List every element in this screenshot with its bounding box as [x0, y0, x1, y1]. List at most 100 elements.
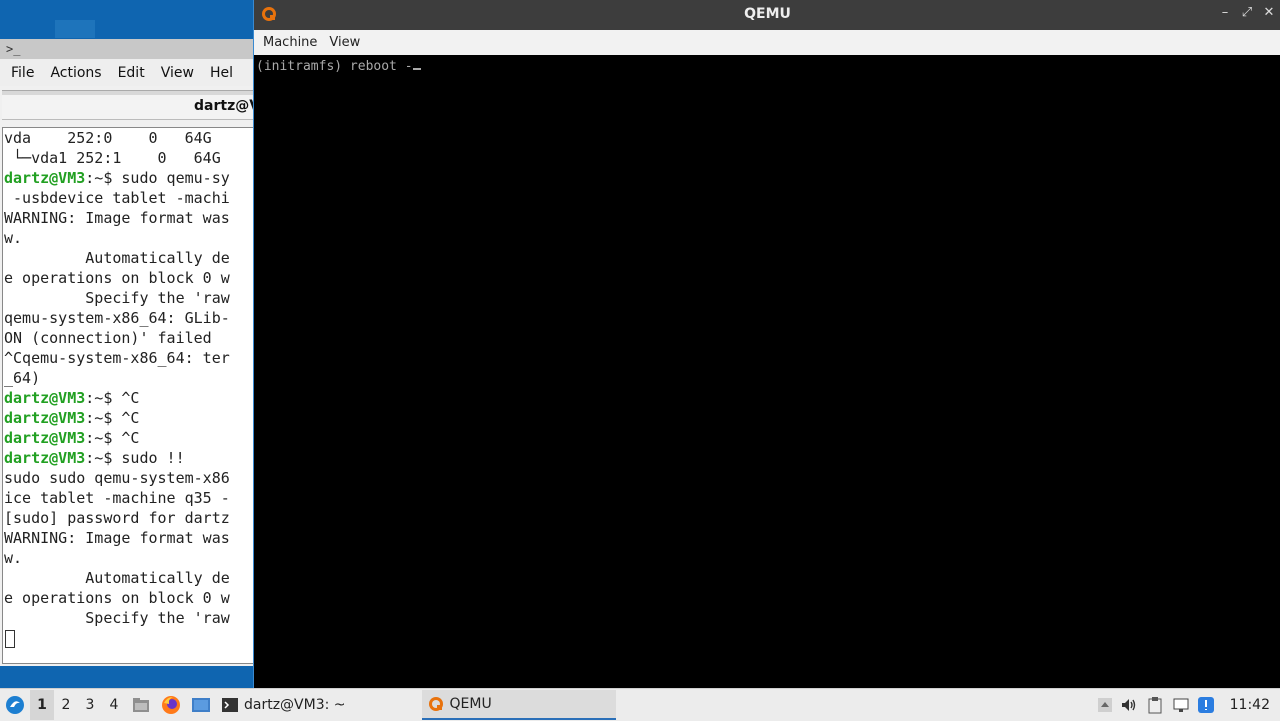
terminal-line: -usbdevice tablet -machi — [3, 188, 254, 208]
terminal-tab[interactable]: dartz@V — [2, 95, 255, 120]
terminal-line-text: sudo sudo qemu-system-x86 — [4, 469, 230, 487]
terminal-line: WARNING: Image format was — [3, 528, 254, 548]
terminal-line: Specify the 'raw — [3, 608, 254, 628]
task-terminal-label: dartz@VM3: ~ — [244, 697, 346, 713]
terminal-output[interactable]: vda 252:0 0 64G └─vda1 252:1 0 64G dartz@… — [2, 127, 255, 664]
tray-up-arrow-icon[interactable] — [1097, 698, 1112, 712]
terminal-icon — [222, 698, 238, 712]
terminal-prompt: dartz@VM3 — [4, 409, 86, 427]
terminal-line: dartz@VM3:~$ ^C — [3, 408, 254, 428]
terminal-line: w. — [3, 228, 254, 248]
menu-file[interactable]: File — [3, 65, 42, 81]
terminal-prompt: dartz@VM3 — [4, 429, 86, 447]
menu-view[interactable]: View — [323, 35, 366, 50]
terminal-line: ice tablet -machine q35 - — [3, 488, 254, 508]
terminal-line-text: Automatically de — [4, 249, 230, 267]
minimize-icon[interactable]: – — [1219, 5, 1231, 20]
terminal-line: vda 252:0 0 64G — [3, 128, 254, 148]
terminal-line-text: Specify the 'raw — [4, 609, 230, 627]
qemu-icon — [428, 697, 443, 711]
terminal-line: dartz@VM3:~$ ^C — [3, 428, 254, 448]
terminal-prompt: dartz@VM3 — [4, 169, 86, 187]
terminal-line: dartz@VM3:~$ sudo qemu-sy — [3, 168, 254, 188]
console-line: (initramfs) reboot - — [256, 59, 413, 74]
close-icon[interactable]: ✕ — [1263, 5, 1275, 20]
maximize-icon[interactable]: ⤢ — [1241, 5, 1253, 20]
terminal-line-text: ice tablet -machine q35 - — [4, 489, 230, 507]
terminal-tab-title: dartz@V — [194, 98, 255, 114]
terminal-line-text: w. — [4, 549, 23, 567]
terminal-line-text: Specify the 'raw — [4, 289, 230, 307]
terminal-line-text: └─vda1 252:1 0 64G — [4, 149, 221, 167]
terminal-line-text: Automatically de — [4, 569, 230, 587]
desktop-widget — [55, 20, 95, 38]
terminal-line: Automatically de — [3, 568, 254, 588]
terminal-line: _64) — [3, 368, 254, 388]
qemu-menubar: Machine View — [254, 30, 1280, 55]
terminal-input-line[interactable] — [3, 628, 254, 648]
menu-machine[interactable]: Machine — [257, 35, 323, 50]
terminal-line: Automatically de — [3, 248, 254, 268]
terminal-line: qemu-system-x86_64: GLib- — [3, 308, 254, 328]
update-notifier-icon[interactable] — [1197, 697, 1214, 713]
workspace-4[interactable]: 4 — [102, 690, 126, 720]
terminal-line-text: [sudo] password for dartz — [4, 509, 230, 527]
workspace-1[interactable]: 1 — [30, 690, 54, 720]
terminal-line: └─vda1 252:1 0 64G — [3, 148, 254, 168]
workspace-3[interactable]: 3 — [78, 690, 102, 720]
clipboard-icon[interactable] — [1146, 696, 1164, 714]
terminal-line-text: w. — [4, 229, 23, 247]
qemu-titlebar[interactable]: QEMU – ⤢ ✕ — [254, 0, 1280, 30]
terminal-line: Specify the 'raw — [3, 288, 254, 308]
show-desktop-icon — [192, 698, 210, 712]
terminal-line: dartz@VM3:~$ sudo !! — [3, 448, 254, 468]
task-terminal[interactable]: dartz@VM3: ~ — [216, 690, 352, 720]
terminal-line-text: :~$ ^C — [85, 409, 140, 427]
terminal-line-text: ON (connection)' failed — [4, 329, 212, 347]
taskbar: 1 2 3 4 dartz@VM3: ~ QEMU 11:42 — [0, 688, 1280, 721]
network-icon[interactable] — [1172, 697, 1190, 713]
folder-icon — [133, 698, 149, 712]
desktop-launcher[interactable] — [186, 690, 216, 720]
terminal-line-text: ^Cqemu-system-x86_64: ter — [4, 349, 230, 367]
terminal-line-text: -usbdevice tablet -machi — [4, 189, 230, 207]
menu-edit[interactable]: Edit — [110, 65, 153, 81]
clock: 11:42 — [1229, 697, 1270, 713]
lubuntu-logo-icon — [6, 696, 24, 714]
start-menu-button[interactable] — [0, 690, 30, 720]
qemu-window[interactable]: QEMU – ⤢ ✕ Machine View (initramfs) rebo… — [253, 0, 1280, 688]
terminal-window[interactable]: >_ File Actions Edit View Hel dartz@V vd… — [0, 39, 255, 666]
terminal-line: e operations on block 0 w — [3, 588, 254, 608]
menu-actions[interactable]: Actions — [42, 65, 109, 81]
terminal-line: ON (connection)' failed — [3, 328, 254, 348]
firefox-launcher[interactable] — [156, 690, 186, 720]
terminal-cursor — [5, 629, 15, 648]
terminal-line-text: :~$ ^C — [85, 389, 140, 407]
terminal-line: w. — [3, 548, 254, 568]
terminal-titlebar[interactable]: >_ — [0, 39, 255, 59]
terminal-line: ^Cqemu-system-x86_64: ter — [3, 348, 254, 368]
terminal-prompt: dartz@VM3 — [4, 389, 86, 407]
terminal-line-text: WARNING: Image format was — [4, 529, 230, 547]
terminal-line-text: qemu-system-x86_64: GLib- — [4, 309, 230, 327]
terminal-line-text: e operations on block 0 w — [4, 589, 230, 607]
terminal-icon: >_ — [6, 42, 21, 56]
menu-view[interactable]: View — [153, 65, 202, 81]
task-qemu[interactable]: QEMU — [421, 690, 616, 720]
workspace-2[interactable]: 2 — [54, 690, 78, 720]
terminal-line-text: e operations on block 0 w — [4, 269, 230, 287]
terminal-line-text: _64) — [4, 369, 41, 387]
terminal-prompt: dartz@VM3 — [4, 449, 86, 467]
terminal-line: sudo sudo qemu-system-x86 — [3, 468, 254, 488]
console-cursor — [412, 58, 421, 70]
file-manager-launcher[interactable] — [126, 690, 156, 720]
terminal-line: [sudo] password for dartz — [3, 508, 254, 528]
menu-help[interactable]: Hel — [202, 65, 241, 81]
terminal-line-text: :~$ ^C — [85, 429, 140, 447]
terminal-line-text: vda 252:0 0 64G — [4, 129, 212, 147]
qemu-guest-display[interactable]: (initramfs) reboot - — [254, 55, 1280, 688]
terminal-menubar: File Actions Edit View Hel — [0, 59, 255, 86]
terminal-line-text: WARNING: Image format was — [4, 209, 230, 227]
terminal-line: e operations on block 0 w — [3, 268, 254, 288]
volume-icon[interactable] — [1120, 697, 1138, 713]
